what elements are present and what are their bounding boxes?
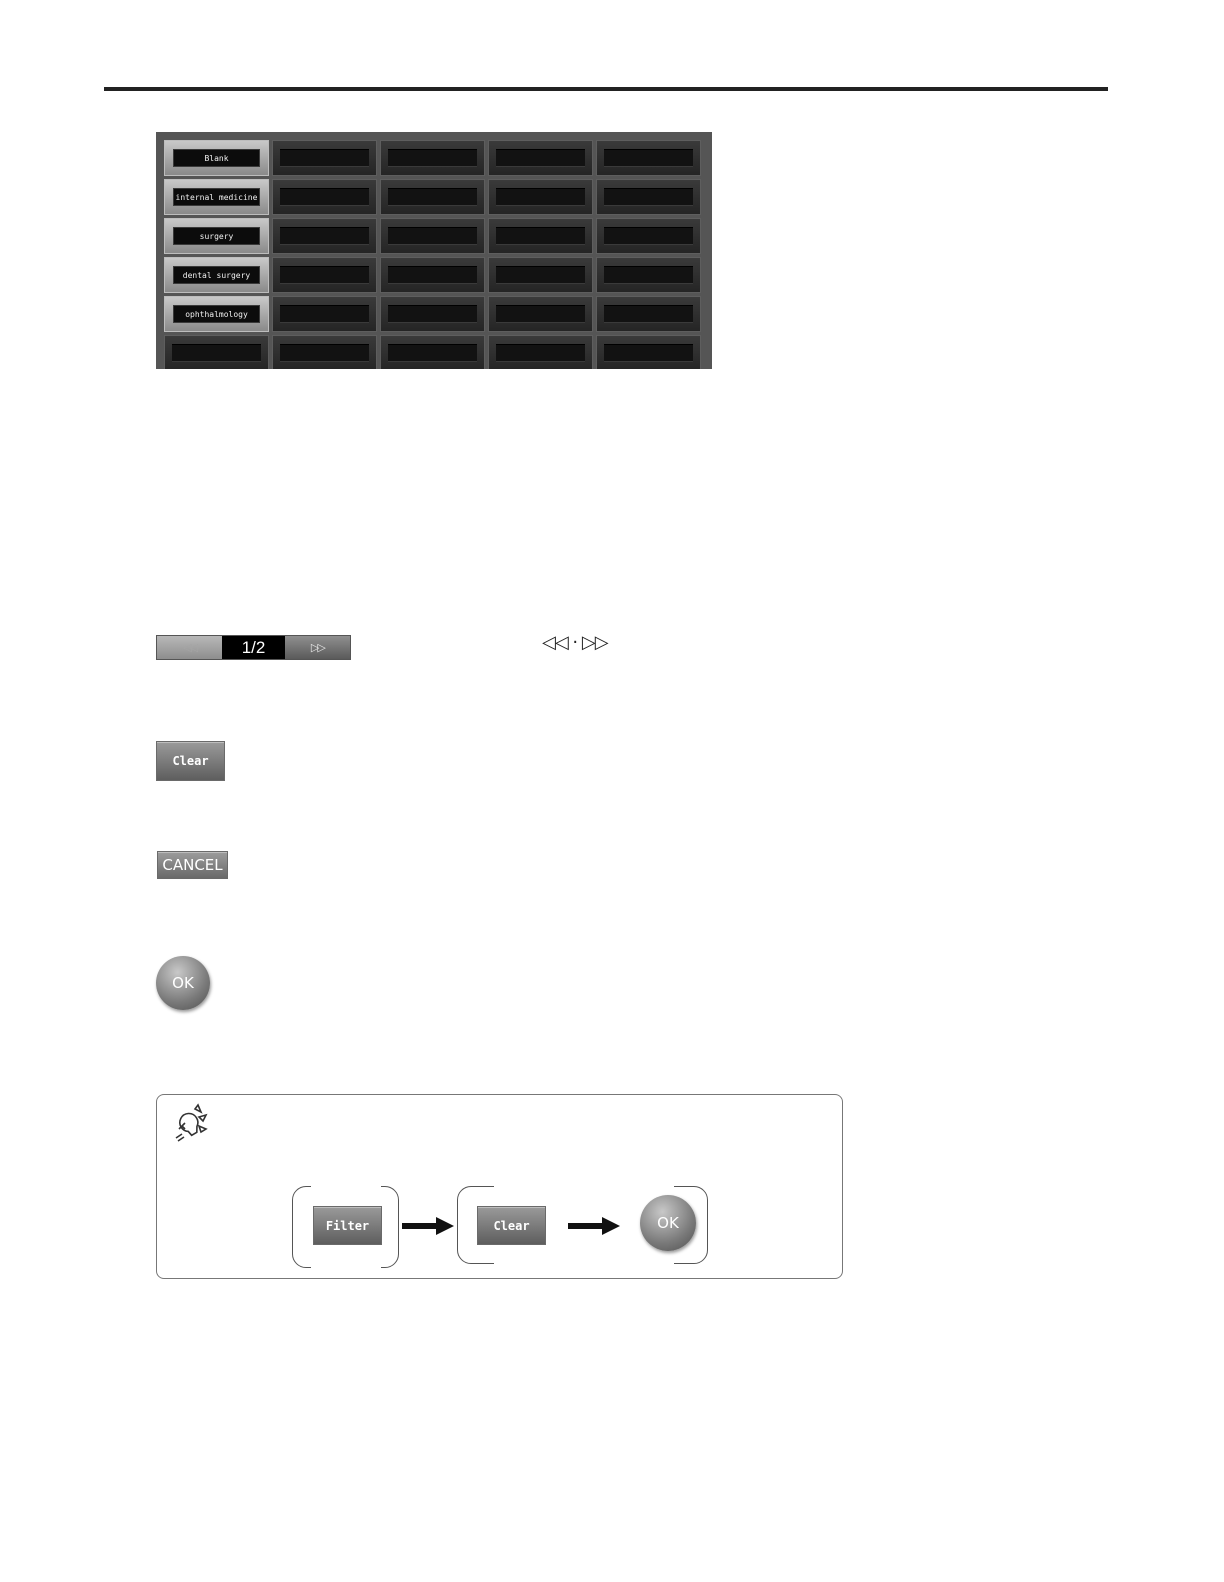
filter-grid-cell[interactable] — [272, 257, 377, 293]
filter-grid-row: dental surgery — [164, 257, 708, 293]
filter-grid-cell[interactable] — [272, 296, 377, 332]
filter-grid-panel: Blank internal medicine surgery dental surg… — [156, 132, 712, 369]
filter-grid-cell[interactable]: internal medicine — [164, 179, 269, 215]
filter-grid-cell[interactable] — [272, 179, 377, 215]
filter-grid-cell[interactable] — [488, 140, 593, 176]
filter-grid-cell[interactable] — [488, 257, 593, 293]
filter-grid-cell-label: internal medicine — [173, 188, 260, 206]
filter-grid: Blank internal medicine surgery dental surg… — [164, 140, 708, 369]
arrow-right-icon — [568, 1217, 620, 1235]
filter-grid-cell[interactable]: ophthalmology — [164, 296, 269, 332]
filter-grid-cell[interactable] — [596, 179, 701, 215]
filter-grid-cell[interactable] — [596, 218, 701, 254]
filter-grid-cell[interactable] — [164, 335, 269, 369]
filter-grid-cell-label: ophthalmology — [173, 305, 260, 323]
filter-grid-cell[interactable] — [596, 335, 701, 369]
lightbulb-icon — [175, 1103, 208, 1142]
filter-grid-cell[interactable] — [488, 335, 593, 369]
filter-grid-cell[interactable]: surgery — [164, 218, 269, 254]
pager-page-indicator: 1/2 — [222, 636, 285, 659]
cancel-button[interactable]: CANCEL — [157, 851, 228, 879]
filter-grid-row: Blank — [164, 140, 708, 176]
arrow-right-icon — [402, 1217, 454, 1235]
pager-next-button[interactable]: ▷▷ — [284, 636, 351, 659]
filter-grid-cell[interactable] — [380, 140, 485, 176]
filter-grid-cell[interactable] — [488, 218, 593, 254]
ok-button[interactable]: OK — [156, 956, 210, 1010]
filter-grid-cell[interactable] — [272, 140, 377, 176]
filter-grid-row — [164, 335, 708, 369]
filter-grid-cell-label: dental surgery — [173, 266, 260, 284]
pager: ◁◁ 1/2 ▷▷ — [156, 635, 351, 660]
filter-grid-cell[interactable] — [272, 218, 377, 254]
pager-prev-button[interactable]: ◁◁ — [157, 636, 223, 659]
filter-grid-cell[interactable] — [380, 179, 485, 215]
clear-button[interactable]: Clear — [156, 741, 225, 781]
clear-button-hint[interactable]: Clear — [477, 1206, 546, 1245]
filter-grid-cell[interactable]: Blank — [164, 140, 269, 176]
filter-grid-cell[interactable] — [272, 335, 377, 369]
filter-grid-cell[interactable] — [596, 257, 701, 293]
filter-grid-cell[interactable]: dental surgery — [164, 257, 269, 293]
filter-grid-cell[interactable] — [380, 335, 485, 369]
filter-button[interactable]: Filter — [313, 1206, 382, 1245]
filter-grid-cell-label: surgery — [173, 227, 260, 245]
filter-grid-cell[interactable] — [596, 140, 701, 176]
ok-button-hint[interactable]: OK — [640, 1195, 696, 1251]
filter-grid-cell[interactable] — [380, 296, 485, 332]
filter-grid-row: surgery — [164, 218, 708, 254]
filter-grid-cell-label: Blank — [173, 149, 260, 167]
filter-grid-row: internal medicine — [164, 179, 708, 215]
filter-grid-cell[interactable] — [488, 179, 593, 215]
top-rule — [104, 87, 1108, 91]
filter-grid-cell[interactable] — [380, 257, 485, 293]
filter-grid-cell[interactable] — [596, 296, 701, 332]
filter-grid-cell[interactable] — [380, 218, 485, 254]
pager-icons-caption: ◁◁ · ▷▷ — [542, 632, 609, 653]
filter-grid-cell[interactable] — [488, 296, 593, 332]
filter-grid-row: ophthalmology — [164, 296, 708, 332]
